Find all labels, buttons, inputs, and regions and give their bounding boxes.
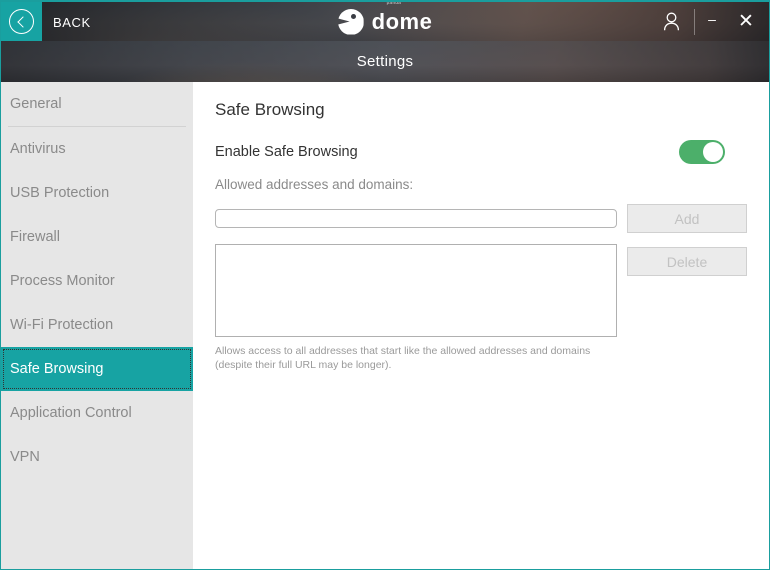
enable-safe-browsing-row: Enable Safe Browsing (215, 140, 749, 166)
sidebar-item-general[interactable]: General (8, 82, 186, 127)
page-header-title: Settings (356, 53, 414, 70)
settings-header-bar: Settings (1, 41, 769, 82)
sidebar-item-safe-browsing[interactable]: Safe Browsing (1, 347, 193, 391)
sidebar-item-label: Wi-Fi Protection (10, 317, 114, 333)
sidebar-item-application-control[interactable]: Application Control (1, 391, 193, 435)
application-window: BACK panda dome – ✕ Settings General Ant… (0, 0, 770, 570)
brand-text-wrap: panda dome (371, 2, 433, 35)
add-button[interactable]: Add (627, 204, 747, 233)
sidebar-item-label: Application Control (10, 405, 132, 421)
sidebar-item-wifi-protection[interactable]: Wi-Fi Protection (1, 303, 193, 347)
enable-safe-browsing-toggle[interactable] (679, 140, 725, 164)
back-label[interactable]: BACK (53, 15, 91, 30)
logo-shape (337, 8, 364, 35)
sidebar-item-usb-protection[interactable]: USB Protection (1, 171, 193, 215)
allowed-address-input[interactable] (215, 209, 617, 228)
page-title: Safe Browsing (215, 100, 325, 119)
close-button[interactable]: ✕ (729, 2, 763, 41)
sidebar-item-vpn[interactable]: VPN (1, 435, 193, 479)
sidebar-item-label: USB Protection (10, 185, 110, 201)
allowed-addresses-label: Allowed addresses and domains: (215, 177, 414, 192)
help-text: Allows access to all addresses that star… (215, 345, 591, 372)
sidebar-item-label: Process Monitor (10, 273, 115, 289)
sidebar-item-label: Antivirus (10, 141, 66, 157)
allowed-addresses-list[interactable] (215, 244, 617, 337)
user-account-icon[interactable] (648, 2, 694, 41)
logo-eye (350, 14, 356, 19)
toggle-knob (703, 142, 723, 162)
sidebar-item-label: General (10, 96, 62, 112)
brand-subtitle: panda (386, 2, 402, 5)
settings-content-panel: Safe Browsing Enable Safe Browsing Allow… (193, 82, 769, 569)
enable-safe-browsing-label: Enable Safe Browsing (215, 144, 358, 160)
sidebar-item-process-monitor[interactable]: Process Monitor (1, 259, 193, 303)
sidebar-item-firewall[interactable]: Firewall (1, 215, 193, 259)
sidebar-item-label: Firewall (10, 229, 60, 245)
back-button[interactable] (1, 2, 42, 41)
title-bar-controls: – ✕ (648, 2, 769, 41)
panda-dome-logo-icon (337, 8, 364, 35)
minimize-button[interactable]: – (695, 2, 729, 41)
settings-sidebar: General Antivirus USB Protection Firewal… (1, 82, 193, 569)
title-bar: BACK panda dome – ✕ (1, 2, 769, 41)
delete-button[interactable]: Delete (627, 247, 747, 276)
sidebar-item-label: Safe Browsing (10, 361, 104, 377)
brand-name: dome (371, 8, 433, 34)
sidebar-item-antivirus[interactable]: Antivirus (1, 127, 193, 171)
chevron-left-circle-icon (9, 9, 34, 34)
sidebar-item-label: VPN (10, 449, 40, 465)
